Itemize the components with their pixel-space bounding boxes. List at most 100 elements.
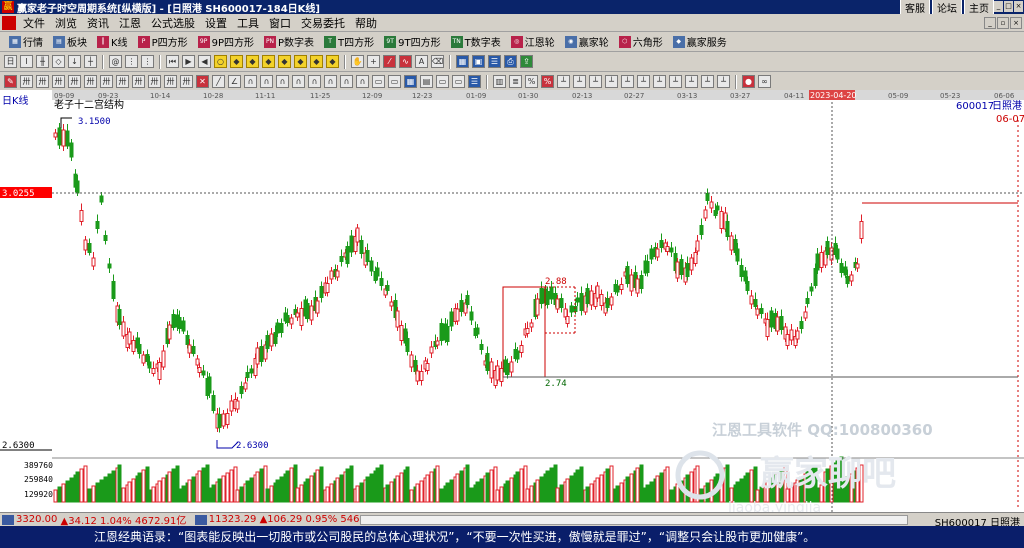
cycle-tool-icon[interactable]: ∩ bbox=[244, 75, 257, 88]
percent2-icon[interactable]: % bbox=[541, 75, 554, 88]
wave-icon[interactable]: ∿ bbox=[399, 55, 412, 68]
fan10-icon[interactable]: 卅 bbox=[164, 75, 177, 88]
rect-tool-icon[interactable]: ▭ bbox=[372, 75, 385, 88]
fan4-icon[interactable]: 卅 bbox=[68, 75, 81, 88]
infinity-icon[interactable]: ∞ bbox=[758, 75, 771, 88]
t-table-button[interactable]: TN T数字表 bbox=[446, 34, 506, 49]
t-square-button[interactable]: T T四方形 bbox=[319, 34, 379, 49]
ruler3-icon[interactable]: ┴ bbox=[573, 75, 586, 88]
menu-settings[interactable]: 设置 bbox=[200, 15, 232, 31]
ruler8-icon[interactable]: ┴ bbox=[653, 75, 666, 88]
ruler5-icon[interactable]: ┴ bbox=[605, 75, 618, 88]
gann-icon[interactable]: @ bbox=[109, 55, 122, 68]
diamond-tool2-icon[interactable]: ◆ bbox=[246, 55, 259, 68]
candle-icon[interactable]: ╫ bbox=[36, 55, 49, 68]
menu-trade[interactable]: 交易委托 bbox=[296, 15, 350, 31]
angle-tool-icon[interactable]: ∠ bbox=[228, 75, 241, 88]
kline-button[interactable]: ║ K线 bbox=[92, 34, 133, 49]
fan2-icon[interactable]: 卅 bbox=[36, 75, 49, 88]
9t-square-button[interactable]: 9T 9T四方形 bbox=[379, 34, 445, 49]
save-icon[interactable]: ▣ bbox=[472, 55, 485, 68]
diamond-tool5-icon[interactable]: ◆ bbox=[294, 55, 307, 68]
ruler-icon[interactable]: ┼ bbox=[84, 55, 97, 68]
gann-wheel-button[interactable]: ◎ 江恩轮 bbox=[506, 34, 560, 49]
winner-wheel-button[interactable]: ◉ 赢家轮 bbox=[560, 34, 614, 49]
kline-chart[interactable]: 09-09 09-23 10-14 10-28 11-11 11-25 12-09 12-23… bbox=[0, 90, 1024, 512]
arrow-icon[interactable]: ↓ bbox=[68, 55, 81, 68]
menu-window[interactable]: 窗口 bbox=[264, 15, 296, 31]
pen-icon[interactable]: ✎ bbox=[4, 75, 17, 88]
mdi-close-icon[interactable]: × bbox=[1010, 16, 1022, 29]
percent-icon[interactable]: % bbox=[525, 75, 538, 88]
line-tool-icon[interactable]: ╱ bbox=[212, 75, 225, 88]
menu-tools[interactable]: 工具 bbox=[232, 15, 264, 31]
ruler7-icon[interactable]: ┴ bbox=[637, 75, 650, 88]
fan-icon[interactable]: 卅 bbox=[20, 75, 33, 88]
menu-browse[interactable]: 浏览 bbox=[50, 15, 82, 31]
bars-icon[interactable]: ⋮ bbox=[125, 55, 138, 68]
9p-square-button[interactable]: 9P 9P四方形 bbox=[193, 34, 259, 49]
minimize-icon[interactable]: _ bbox=[994, 1, 1003, 12]
close-icon[interactable]: × bbox=[1014, 1, 1023, 12]
diamond-tool7-icon[interactable]: ◆ bbox=[326, 55, 339, 68]
ruler6-icon[interactable]: ┴ bbox=[621, 75, 634, 88]
fan6-icon[interactable]: 卅 bbox=[100, 75, 113, 88]
menu-gann[interactable]: 江恩 bbox=[114, 15, 146, 31]
prev-icon[interactable]: ◀ bbox=[198, 55, 211, 68]
ruler2-icon[interactable]: ┴ bbox=[557, 75, 570, 88]
cycle8-tool-icon[interactable]: ∩ bbox=[356, 75, 369, 88]
ruler9-icon[interactable]: ┴ bbox=[669, 75, 682, 88]
fan3-icon[interactable]: 卅 bbox=[52, 75, 65, 88]
period-select-icon[interactable]: 日 bbox=[4, 55, 17, 68]
ruler10-icon[interactable]: ┴ bbox=[685, 75, 698, 88]
quote-button[interactable]: ▦ 行情 bbox=[4, 34, 48, 49]
grid2-icon[interactable]: ▦ bbox=[404, 75, 417, 88]
export-icon[interactable]: ⇪ bbox=[520, 55, 533, 68]
menu-info[interactable]: 资讯 bbox=[82, 15, 114, 31]
first-icon[interactable]: ⏮ bbox=[166, 55, 179, 68]
ruler12-icon[interactable]: ┴ bbox=[717, 75, 730, 88]
text-tool-icon[interactable]: A bbox=[415, 55, 428, 68]
sector-button[interactable]: ▤ 板块 bbox=[48, 34, 92, 49]
cycle2-tool-icon[interactable]: ∩ bbox=[260, 75, 273, 88]
table-icon[interactable]: ▤ bbox=[420, 75, 433, 88]
service-button[interactable]: ◆ 赢家服务 bbox=[668, 34, 732, 49]
globe-icon[interactable]: ● bbox=[742, 75, 755, 88]
diamond-tool1-icon[interactable]: ◆ bbox=[230, 55, 243, 68]
horizontal-scrollbar[interactable] bbox=[360, 515, 908, 525]
draw-line-icon[interactable]: ⁄ bbox=[383, 55, 396, 68]
kline-style-icon[interactable]: Ⅰ bbox=[20, 55, 33, 68]
grid-icon[interactable]: ▦ bbox=[456, 55, 469, 68]
maximize-icon[interactable]: □ bbox=[1004, 1, 1013, 12]
hand-icon[interactable]: ✋ bbox=[351, 55, 364, 68]
ruler4-icon[interactable]: ┴ bbox=[589, 75, 602, 88]
stack-tool-icon[interactable]: ≣ bbox=[509, 75, 522, 88]
cycle4-tool-icon[interactable]: ∩ bbox=[292, 75, 305, 88]
menu-formula[interactable]: 公式选股 bbox=[146, 15, 200, 31]
hexagon-button[interactable]: ⬡ 六角形 bbox=[614, 34, 668, 49]
cycle5-tool-icon[interactable]: ∩ bbox=[308, 75, 321, 88]
cross-tool-icon[interactable]: ✕ bbox=[196, 75, 209, 88]
rect4-tool-icon[interactable]: ▭ bbox=[452, 75, 465, 88]
ruler11-icon[interactable]: ┴ bbox=[701, 75, 714, 88]
menu-help[interactable]: 帮助 bbox=[350, 15, 382, 31]
cycle3-tool-icon[interactable]: ∩ bbox=[276, 75, 289, 88]
bar-tool-icon[interactable]: ▥ bbox=[493, 75, 506, 88]
diamond-tool4-icon[interactable]: ◆ bbox=[278, 55, 291, 68]
fan8-icon[interactable]: 卅 bbox=[132, 75, 145, 88]
eraser-icon[interactable]: ⌫ bbox=[431, 55, 444, 68]
list-icon[interactable]: ☰ bbox=[488, 55, 501, 68]
fan7-icon[interactable]: 卅 bbox=[116, 75, 129, 88]
rect3-tool-icon[interactable]: ▭ bbox=[436, 75, 449, 88]
rect2-tool-icon[interactable]: ▭ bbox=[388, 75, 401, 88]
diamond-tool3-icon[interactable]: ◆ bbox=[262, 55, 275, 68]
circle-tool-icon[interactable]: ○ bbox=[214, 55, 227, 68]
next-icon[interactable]: ▶ bbox=[182, 55, 195, 68]
print-icon[interactable]: ⎙ bbox=[504, 55, 517, 68]
mdi-minimize-icon[interactable]: _ bbox=[984, 16, 996, 29]
fan11-icon[interactable]: 卅 bbox=[180, 75, 193, 88]
mdi-restore-icon[interactable]: ▫ bbox=[997, 16, 1009, 29]
cycle6-tool-icon[interactable]: ∩ bbox=[324, 75, 337, 88]
fan5-icon[interactable]: 卅 bbox=[84, 75, 97, 88]
p-table-button[interactable]: PN P数字表 bbox=[259, 34, 319, 49]
